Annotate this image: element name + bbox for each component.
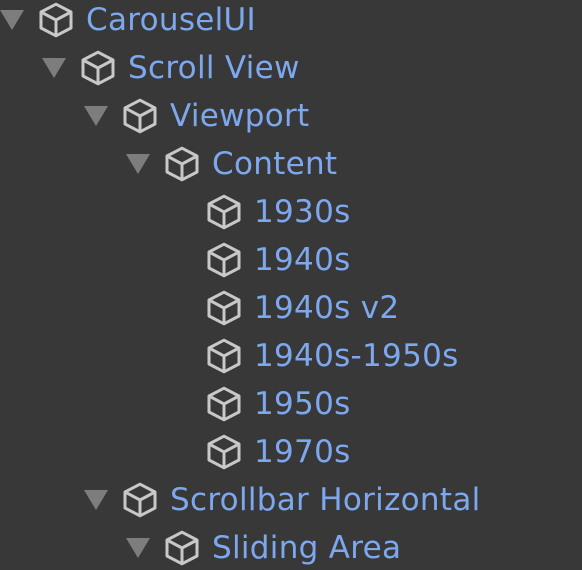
tree-item-carouselui[interactable]: CarouselUI — [0, 0, 256, 44]
tree-item-label: 1970s — [254, 434, 351, 470]
cube-icon — [207, 242, 241, 278]
tree-item-label: CarouselUI — [86, 2, 256, 38]
expand-arrow-icon[interactable] — [84, 106, 108, 126]
tree-item-label: 1940s-1950s — [254, 338, 459, 374]
tree-item-label: 1940s — [254, 242, 351, 278]
tree-item-1970s[interactable]: 1970s — [168, 428, 351, 476]
tree-item-scroll-view[interactable]: Scroll View — [42, 44, 300, 92]
tree-item-label: Scrollbar Horizontal — [170, 482, 481, 518]
cube-icon — [207, 194, 241, 230]
tree-item-1940s[interactable]: 1940s — [168, 236, 351, 284]
cube-icon — [207, 338, 241, 374]
expand-arrow-icon[interactable] — [84, 490, 108, 510]
expand-arrow-icon[interactable] — [0, 10, 24, 30]
cube-icon — [123, 482, 157, 518]
cube-icon — [39, 2, 73, 38]
cube-icon — [123, 98, 157, 134]
tree-item-label: 1930s — [254, 194, 351, 230]
cube-icon — [165, 530, 199, 566]
tree-item-sliding-area[interactable]: Sliding Area — [126, 524, 401, 570]
tree-item-label: 1940s v2 — [254, 290, 400, 326]
tree-item-1950s[interactable]: 1950s — [168, 380, 351, 428]
tree-item-label: Content — [212, 146, 338, 182]
tree-item-label: Scroll View — [128, 50, 300, 86]
cube-icon — [207, 434, 241, 470]
expand-arrow-icon[interactable] — [42, 58, 66, 78]
tree-item-label: 1950s — [254, 386, 351, 422]
hierarchy-tree: CarouselUI Scroll View Viewport Content … — [0, 0, 582, 570]
tree-item-1930s[interactable]: 1930s — [168, 188, 351, 236]
tree-item-viewport[interactable]: Viewport — [84, 92, 310, 140]
tree-item-content[interactable]: Content — [126, 140, 337, 188]
tree-item-label: Sliding Area — [212, 530, 402, 566]
cube-icon — [81, 50, 115, 86]
tree-item-1940s-v2[interactable]: 1940s v2 — [168, 284, 399, 332]
tree-item-1940s-1950s[interactable]: 1940s-1950s — [168, 332, 459, 380]
expand-arrow-icon[interactable] — [126, 538, 150, 558]
tree-item-scrollbar-horizontal[interactable]: Scrollbar Horizontal — [84, 476, 481, 524]
cube-icon — [207, 290, 241, 326]
cube-icon — [207, 386, 241, 422]
cube-icon — [165, 146, 199, 182]
tree-item-label: Viewport — [170, 98, 310, 134]
expand-arrow-icon[interactable] — [126, 154, 150, 174]
